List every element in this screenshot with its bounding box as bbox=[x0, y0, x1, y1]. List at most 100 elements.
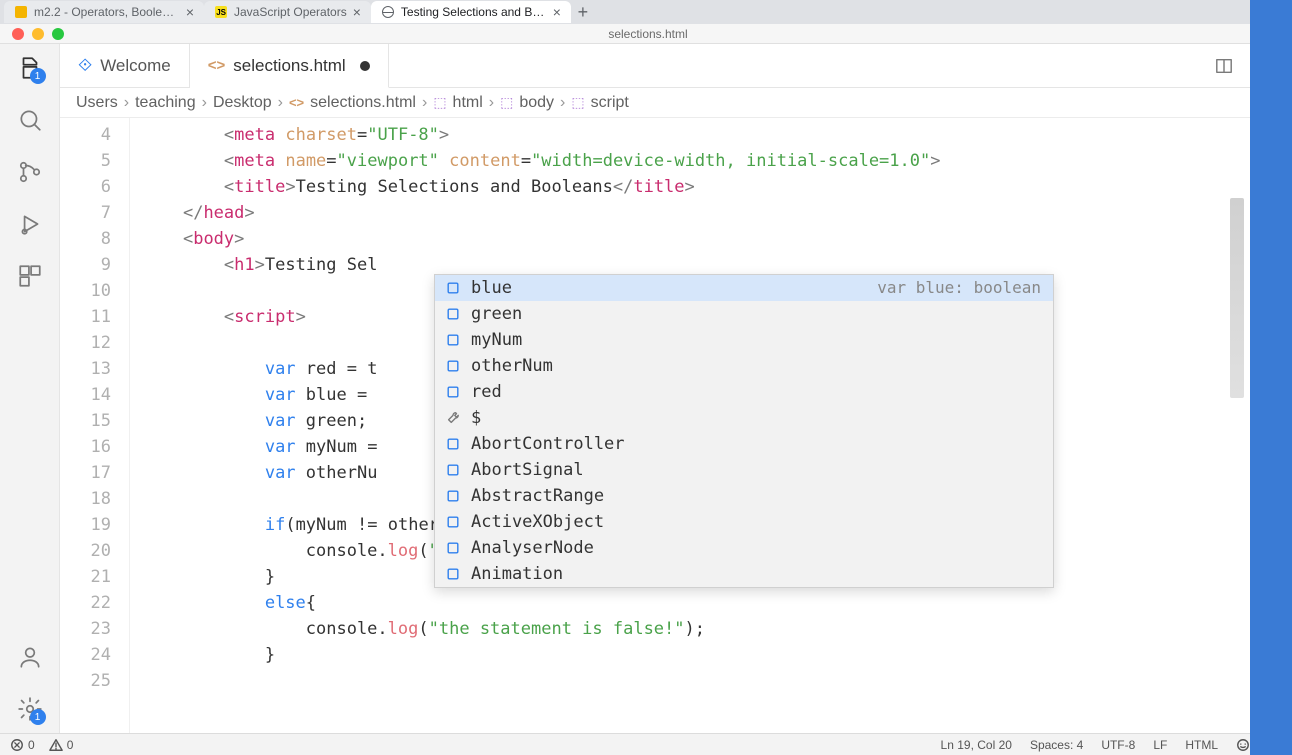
status-cursor[interactable]: Ln 19, Col 20 bbox=[941, 738, 1012, 752]
suggest-label: green bbox=[471, 304, 522, 324]
breadcrumb-segment[interactable]: teaching bbox=[135, 94, 196, 112]
code-line[interactable]: <body> bbox=[142, 226, 1292, 252]
breadcrumb-symbol[interactable]: script bbox=[591, 94, 629, 112]
run-debug-icon[interactable] bbox=[16, 210, 44, 238]
chevron-right-icon: › bbox=[278, 94, 283, 112]
status-bar: 0 0 Ln 19, Col 20 Spaces: 4 UTF-8 LF HTM… bbox=[0, 733, 1292, 755]
activity-bar: 1 1 bbox=[0, 44, 60, 733]
suggest-item[interactable]: AbstractRange bbox=[435, 483, 1053, 509]
close-window-icon[interactable] bbox=[12, 28, 24, 40]
status-errors[interactable]: 0 bbox=[10, 738, 35, 752]
tab-label: Testing Selections and Boolea… bbox=[401, 5, 547, 19]
source-control-icon[interactable] bbox=[16, 158, 44, 186]
extensions-icon[interactable] bbox=[16, 262, 44, 290]
new-tab-button[interactable]: + bbox=[571, 1, 595, 23]
suggest-label: otherNum bbox=[471, 356, 553, 376]
status-spaces[interactable]: Spaces: 4 bbox=[1030, 738, 1083, 752]
line-number: 15 bbox=[60, 408, 111, 434]
code-line[interactable]: else{ bbox=[142, 590, 1292, 616]
variable-icon bbox=[445, 332, 461, 348]
code-line[interactable]: console.log("the statement is false!"); bbox=[142, 616, 1292, 642]
line-number: 10 bbox=[60, 278, 111, 304]
suggest-item[interactable]: AbortController bbox=[435, 431, 1053, 457]
suggest-label: $ bbox=[471, 408, 481, 428]
line-number: 9 bbox=[60, 252, 111, 278]
code-line[interactable]: } bbox=[142, 642, 1292, 668]
chevron-right-icon: › bbox=[489, 94, 494, 112]
code-line[interactable]: <meta charset="UTF-8"> bbox=[142, 122, 1292, 148]
browser-tab[interactable]: Testing Selections and Boolea… × bbox=[371, 1, 571, 23]
suggest-item[interactable]: otherNum bbox=[435, 353, 1053, 379]
vscode-icon: ⟐ bbox=[78, 55, 92, 76]
breadcrumb-segment[interactable]: Users bbox=[76, 94, 118, 112]
breadcrumb-symbol[interactable]: html bbox=[453, 94, 483, 112]
suggest-label: Animation bbox=[471, 564, 563, 584]
line-number: 25 bbox=[60, 668, 111, 694]
explorer-icon[interactable]: 1 bbox=[16, 54, 44, 82]
status-eol[interactable]: LF bbox=[1153, 738, 1167, 752]
suggest-item[interactable]: $ bbox=[435, 405, 1053, 431]
breadcrumb-segment[interactable]: Desktop bbox=[213, 94, 272, 112]
intellisense-popup[interactable]: var blue: boolean bluegreenmyNumotherNum… bbox=[434, 274, 1054, 588]
maximize-window-icon[interactable] bbox=[52, 28, 64, 40]
code-line[interactable]: <meta name="viewport" content="width=dev… bbox=[142, 148, 1292, 174]
line-number: 8 bbox=[60, 226, 111, 252]
chevron-right-icon: › bbox=[202, 94, 207, 112]
breadcrumb[interactable]: Users › teaching › Desktop › <> selectio… bbox=[60, 88, 1292, 118]
suggest-item[interactable]: myNum bbox=[435, 327, 1053, 353]
suggest-item[interactable]: green bbox=[435, 301, 1053, 327]
suggest-label: AbortController bbox=[471, 434, 625, 454]
suggest-item[interactable]: ActiveXObject bbox=[435, 509, 1053, 535]
minimize-window-icon[interactable] bbox=[32, 28, 44, 40]
window-title: selections.html bbox=[72, 27, 1224, 41]
suggest-label: AbortSignal bbox=[471, 460, 584, 480]
symbol-icon: ⬚ bbox=[571, 94, 584, 111]
close-icon[interactable]: × bbox=[353, 4, 361, 20]
code-line[interactable]: <title>Testing Selections and Booleans</… bbox=[142, 174, 1292, 200]
line-number: 21 bbox=[60, 564, 111, 590]
suggest-item[interactable]: Animation bbox=[435, 561, 1053, 587]
code-line[interactable]: </head> bbox=[142, 200, 1292, 226]
minimap-scrollbar[interactable] bbox=[1230, 198, 1244, 398]
html-file-icon: <> bbox=[208, 57, 226, 74]
variable-icon bbox=[445, 488, 461, 504]
browser-tab[interactable]: m2.2 - Operators, Booleans &× bbox=[4, 1, 204, 23]
suggest-item[interactable]: AbortSignal bbox=[435, 457, 1053, 483]
editor-tab[interactable]: <>selections.html bbox=[190, 44, 389, 88]
dirty-indicator-icon bbox=[360, 61, 370, 71]
variable-icon bbox=[445, 358, 461, 374]
suggest-item[interactable]: AnalyserNode bbox=[435, 535, 1053, 561]
variable-icon bbox=[445, 566, 461, 582]
search-icon[interactable] bbox=[16, 106, 44, 134]
line-number: 11 bbox=[60, 304, 111, 330]
browser-tab-bar: m2.2 - Operators, Booleans &×JSJavaScrip… bbox=[0, 0, 1292, 24]
window-titlebar: selections.html bbox=[0, 24, 1292, 44]
status-feedback-icon[interactable] bbox=[1236, 738, 1250, 752]
line-number: 12 bbox=[60, 330, 111, 356]
line-number: 17 bbox=[60, 460, 111, 486]
breadcrumb-symbol[interactable]: body bbox=[519, 94, 554, 112]
account-icon[interactable] bbox=[16, 643, 44, 671]
line-number: 22 bbox=[60, 590, 111, 616]
chevron-right-icon: › bbox=[422, 94, 427, 112]
close-icon[interactable]: × bbox=[186, 4, 194, 20]
status-warnings[interactable]: 0 bbox=[49, 738, 74, 752]
editor-tab[interactable]: ⟐Welcome bbox=[60, 44, 190, 87]
vscode-window: 1 1 ⟐Welcome<>selections.html bbox=[0, 44, 1292, 733]
code-line[interactable] bbox=[142, 668, 1292, 694]
status-encoding[interactable]: UTF-8 bbox=[1101, 738, 1135, 752]
line-number: 24 bbox=[60, 642, 111, 668]
wrench-icon bbox=[445, 410, 461, 426]
globe-icon bbox=[381, 5, 395, 19]
split-editor-icon[interactable] bbox=[1214, 56, 1234, 76]
close-icon[interactable]: × bbox=[553, 4, 561, 20]
status-language[interactable]: HTML bbox=[1185, 738, 1218, 752]
editor-tabs: ⟐Welcome<>selections.html bbox=[60, 44, 1292, 88]
settings-gear-icon[interactable]: 1 bbox=[16, 695, 44, 723]
line-number: 4 bbox=[60, 122, 111, 148]
browser-tab[interactable]: JSJavaScript Operators× bbox=[204, 1, 371, 23]
explorer-badge: 1 bbox=[30, 68, 46, 84]
breadcrumb-file[interactable]: selections.html bbox=[310, 94, 416, 112]
line-number: 6 bbox=[60, 174, 111, 200]
suggest-item[interactable]: red bbox=[435, 379, 1053, 405]
